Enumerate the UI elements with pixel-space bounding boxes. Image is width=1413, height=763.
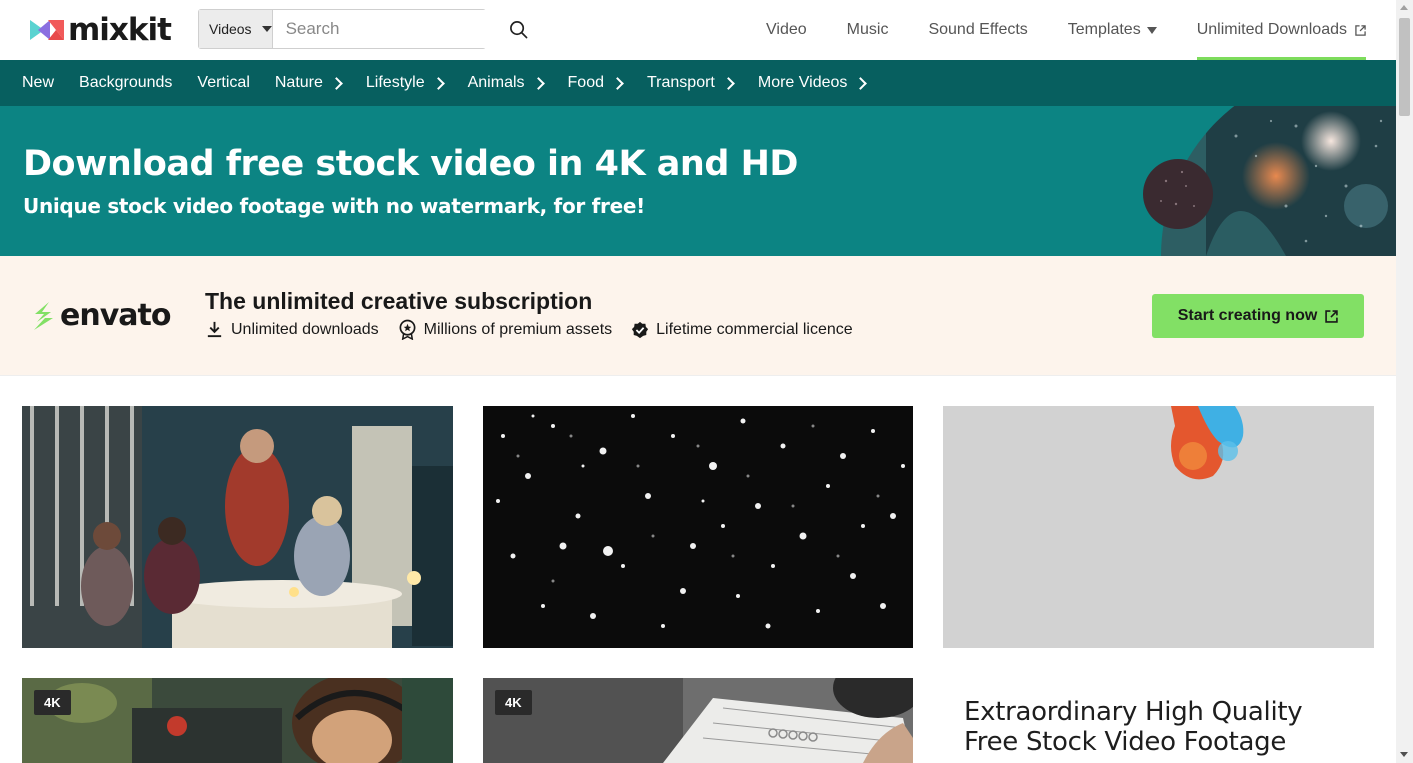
search-bar: Videos [198, 9, 527, 49]
video-card-woman-headphones[interactable]: 4K [22, 678, 453, 763]
nav-music-label: Music [846, 21, 889, 38]
section-heading: Extraordinary High Quality Free Stock Vi… [964, 697, 1303, 757]
category-nav: New Backgrounds Vertical Nature Lifestyl… [0, 60, 1396, 106]
mixkit-logo-mark [30, 20, 64, 40]
chevron-right-icon [330, 77, 343, 90]
video-thumbnail [22, 678, 453, 763]
scroll-thumb[interactable] [1399, 18, 1410, 116]
hero-banner: Download free stock video in 4K and HD U… [0, 106, 1396, 256]
promo-feature-label: Lifetime commercial licence [656, 320, 853, 338]
nav-sound-effects-label: Sound Effects [928, 21, 1028, 38]
hero-decorative-art [1143, 106, 1396, 256]
nav-templates-label: Templates [1067, 21, 1141, 38]
start-creating-button[interactable]: Start creating now [1152, 294, 1364, 338]
nav-music[interactable]: Music [847, 0, 889, 60]
caret-down-icon [1146, 26, 1157, 34]
video-thumbnail [943, 406, 1374, 648]
award-badge-icon [399, 319, 416, 340]
nav-video-label: Video [766, 21, 807, 38]
nav-unlimited-downloads[interactable]: Unlimited Downloads [1196, 0, 1367, 60]
chevron-right-icon [531, 77, 545, 90]
category-new[interactable]: New [22, 74, 54, 92]
promo-feature: Unlimited downloads [205, 320, 379, 339]
caret-down-icon [261, 26, 272, 32]
page: mixkit Videos Video Music Sound Effects … [0, 0, 1396, 763]
category-label: Lifestyle [365, 74, 425, 91]
category-label: Nature [274, 74, 323, 91]
search-button[interactable] [509, 10, 528, 48]
category-transport[interactable]: Transport [646, 74, 735, 92]
category-vertical[interactable]: Vertical [197, 74, 249, 92]
video-card-writing-notebook[interactable]: 4K [483, 678, 913, 763]
video-card-colored-ink[interactable] [943, 406, 1374, 648]
external-link-icon [1325, 309, 1339, 323]
resolution-badge: 4K [34, 690, 71, 715]
chevron-right-icon [721, 77, 735, 90]
top-header: mixkit Videos Video Music Sound Effects … [0, 0, 1396, 60]
category-label: New [22, 74, 55, 91]
scroll-up-arrow-icon[interactable] [1400, 5, 1408, 10]
category-label: Transport [646, 74, 715, 91]
category-more-videos[interactable]: More Videos [757, 74, 868, 92]
envato-leaf-icon [34, 301, 53, 330]
category-lifestyle[interactable]: Lifestyle [365, 74, 445, 92]
start-creating-label: Start creating now [1177, 307, 1318, 324]
search-input[interactable] [272, 10, 509, 48]
promo-feature: Lifetime commercial licence [631, 321, 853, 339]
promo-feature-label: Millions of premium assets [423, 320, 613, 338]
promo-title: The unlimited creative subscription [205, 288, 593, 314]
chevron-right-icon [431, 77, 445, 90]
envato-logo-text: envato [60, 298, 171, 333]
scroll-down-arrow-icon[interactable] [1400, 752, 1408, 757]
nav-unlimited-downloads-label: Unlimited Downloads [1196, 21, 1347, 38]
vertical-scrollbar[interactable] [1396, 0, 1413, 763]
category-label: Backgrounds [79, 74, 173, 91]
download-icon [207, 321, 222, 338]
main-nav: Video Music Sound Effects Templates Unli… [726, 0, 1367, 60]
category-label: Animals [467, 74, 525, 91]
chevron-right-icon [854, 77, 868, 90]
hero-title: Download free stock video in 4K and HD [23, 144, 798, 184]
envato-promo-banner: envato The unlimited creative subscripti… [0, 256, 1396, 376]
promo-feature-label: Unlimited downloads [231, 320, 379, 338]
video-thumbnail [483, 406, 913, 648]
search-icon [509, 20, 527, 38]
nav-templates[interactable]: Templates [1068, 0, 1157, 60]
category-nature[interactable]: Nature [274, 74, 343, 92]
logo-text: mixkit [68, 12, 172, 48]
video-thumbnail [22, 406, 453, 648]
video-card-falling-particles[interactable] [483, 406, 913, 648]
category-backgrounds[interactable]: Backgrounds [79, 74, 172, 92]
check-badge-icon [632, 321, 649, 338]
external-link-icon [1355, 24, 1366, 36]
category-label: More Videos [757, 74, 848, 91]
video-thumbnail [483, 678, 913, 763]
nav-video[interactable]: Video [766, 0, 807, 60]
search-category-label: Videos [209, 21, 252, 37]
nav-sound-effects[interactable]: Sound Effects [928, 0, 1027, 60]
category-food[interactable]: Food [567, 74, 624, 92]
category-label: Vertical [197, 74, 250, 91]
promo-feature: Millions of premium assets [398, 319, 613, 340]
category-animals[interactable]: Animals [467, 74, 545, 92]
hero-subtitle: Unique stock video footage with no water… [23, 194, 645, 218]
search-category-select[interactable]: Videos [199, 10, 273, 48]
category-label: Food [567, 74, 604, 91]
resolution-badge: 4K [495, 690, 532, 715]
video-card-family-dinner[interactable] [22, 406, 453, 648]
chevron-right-icon [611, 77, 624, 90]
promo-features: Unlimited downloads Millions of premium … [205, 319, 872, 340]
envato-logo[interactable]: envato [31, 298, 171, 333]
mixkit-logo[interactable]: mixkit [30, 12, 172, 48]
